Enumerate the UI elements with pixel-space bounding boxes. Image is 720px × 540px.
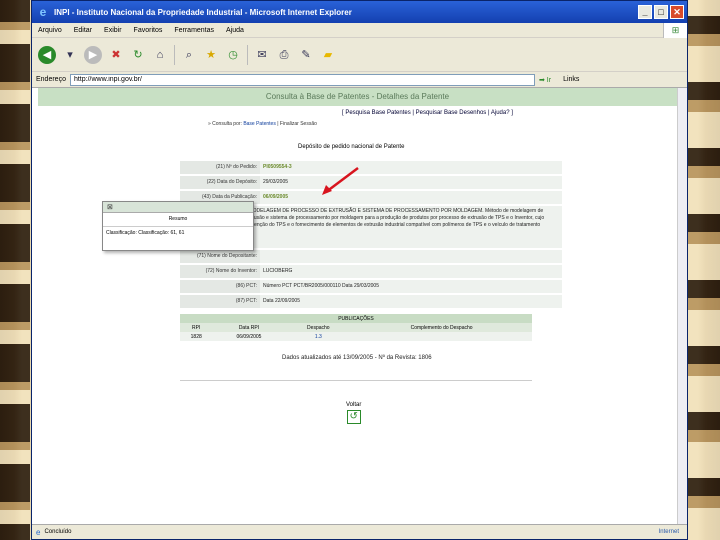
menu-file[interactable]: Arquivo <box>38 27 62 34</box>
section-title: Depósito de pedido nacional de Patente <box>298 144 405 150</box>
detail-value: Data 22/09/2005 <box>263 298 300 304</box>
col-header-rpi: RPI <box>180 323 213 332</box>
page-status-icon: e <box>36 527 41 537</box>
detail-value: MÉTODO DE MODELAGEM DE PROCESSO DE EXTRU… <box>217 208 545 235</box>
breadcrumb-suffix[interactable]: | Finalizar Sessão <box>277 121 317 127</box>
col-header-date: Data RPI <box>212 323 286 332</box>
page-content: Consulta à Base de Patentes - Detalhes d… <box>32 88 677 524</box>
menu-tools[interactable]: Ferramentas <box>174 27 214 34</box>
detail-label: (87) PCT: <box>180 295 260 308</box>
summary-popup: ⊠ Resumo Classificação: Classificação: 6… <box>102 201 254 251</box>
popup-title: Resumo <box>103 213 253 227</box>
table-row: 1828 06/09/2005 1.3 <box>180 332 532 341</box>
cell-despacho-link[interactable]: 1.3 <box>285 332 352 341</box>
publications-table: PUBLICAÇÕES RPI Data RPI Despacho Comple… <box>180 314 532 341</box>
detail-value: PI0509554-3 <box>263 164 292 170</box>
page-header: Consulta à Base de Patentes - Detalhes d… <box>38 88 677 106</box>
popup-text: Classificação: Classificação: 61, 61 <box>106 230 185 236</box>
folder-icon[interactable]: ▰ <box>320 47 336 63</box>
breadcrumb-prefix: » Consulta por: <box>208 121 242 127</box>
go-label: Ir <box>546 76 552 84</box>
toolbar: ◀ ▾ ▶ ✖ ↻ ⌂ ⌕ ★ ◷ ✉ ⎙ ✎ ▰ <box>32 38 687 72</box>
cell-complemento <box>351 332 532 341</box>
back-icon[interactable]: ◀ <box>38 45 56 64</box>
status-text: Concluído <box>44 529 72 535</box>
menu-favorites[interactable]: Favoritos <box>134 27 163 34</box>
status-bar: e Concluído Internet <box>32 524 687 539</box>
address-label: Endereço <box>36 76 66 83</box>
detail-row: (22) Data do Depósito: 29/03/2005 <box>180 176 562 189</box>
title-bar: e INPI - Instituto Nacional da Proprieda… <box>32 1 687 23</box>
favorites-icon[interactable]: ★ <box>203 47 219 63</box>
search-icon[interactable]: ⌕ <box>181 47 197 63</box>
menu-view[interactable]: Exibir <box>104 27 122 34</box>
back-label: Voltar <box>346 402 362 408</box>
forward-icon[interactable]: ▶ <box>84 45 102 64</box>
window-title: INPI - Instituto Nacional da Propriedade… <box>54 7 352 17</box>
detail-row: (72) Nome do Inventor: LUCIOBERG <box>180 265 562 278</box>
address-bar: Endereço ➡ Ir Links <box>32 72 687 88</box>
minimize-button[interactable]: _ <box>638 5 652 19</box>
history-icon[interactable]: ◷ <box>225 47 241 63</box>
home-icon[interactable]: ⌂ <box>152 47 168 63</box>
detail-label: (72) Nome do Inventor: <box>180 265 260 278</box>
update-note: Dados atualizados até 13/09/2005 - Nº da… <box>282 355 432 361</box>
detail-label: (21) Nº do Pedido: <box>180 161 260 174</box>
detail-value <box>260 250 263 263</box>
detail-row: (87) PCT: Data 22/09/2005 <box>180 295 562 308</box>
publications-title: PUBLICAÇÕES <box>180 314 532 323</box>
breadcrumb-link[interactable]: Base Patentes <box>243 121 276 127</box>
detail-label: (22) Data do Depósito: <box>180 176 260 189</box>
decorative-border-right <box>688 0 720 540</box>
decorative-border-left <box>0 0 30 540</box>
divider <box>180 380 532 381</box>
detail-row: (71) Nome do Depositante: <box>180 250 562 263</box>
refresh-icon[interactable]: ↻ <box>130 47 146 63</box>
cell-rpi: 1828 <box>180 332 213 341</box>
detail-label: (86) PCT: <box>180 280 260 293</box>
detail-label: (71) Nome do Depositante: <box>180 250 260 263</box>
menu-edit[interactable]: Editar <box>74 27 92 34</box>
detail-value: 29/03/2005 <box>263 179 289 185</box>
dropdown-icon[interactable]: ▾ <box>62 47 78 63</box>
col-header-complemento: Complemento do Despacho <box>351 323 532 332</box>
ie-logo-icon: e <box>39 5 47 19</box>
menu-bar: Arquivo Editar Exibir Favoritos Ferramen… <box>32 22 687 38</box>
detail-value: LUCIOBERG <box>263 268 293 274</box>
back-link[interactable]: Voltar ↺ <box>346 402 361 424</box>
toolbar-divider <box>174 44 175 65</box>
browser-window: e INPI - Instituto Nacional da Proprieda… <box>31 0 688 540</box>
top-nav-links[interactable]: [ Pesquisa Base Patentes | Pesquisar Bas… <box>342 110 513 116</box>
links-button[interactable]: Links <box>563 76 579 83</box>
maximize-button[interactable]: □ <box>654 5 668 19</box>
detail-value: 06/09/2005 <box>263 194 289 200</box>
address-input[interactable] <box>69 73 535 86</box>
detail-row: (21) Nº do Pedido: PI0509554-3 <box>180 161 562 174</box>
windows-logo-icon: ⊞ <box>663 22 687 38</box>
detail-value: Número PCT PCT/BR2005/000110 Data 29/03/… <box>263 283 379 289</box>
popup-close-icon[interactable]: ⊠ <box>103 202 253 213</box>
breadcrumb: » Consulta por: Base Patentes | Finaliza… <box>208 121 317 127</box>
security-zone: Internet <box>658 529 679 535</box>
toolbar-divider <box>247 44 248 65</box>
edit-icon[interactable]: ✎ <box>298 47 314 63</box>
menu-help[interactable]: Ajuda <box>226 27 244 34</box>
col-header-despacho: Despacho <box>285 323 352 332</box>
cell-date: 06/09/2005 <box>212 332 286 341</box>
mail-icon[interactable]: ✉ <box>254 47 270 63</box>
stop-icon[interactable]: ✖ <box>108 47 124 63</box>
go-button[interactable]: ➡ Ir <box>539 76 551 84</box>
return-icon[interactable]: ↺ <box>346 410 361 424</box>
close-button[interactable]: ✕ <box>670 5 684 19</box>
print-icon[interactable]: ⎙ <box>276 47 292 63</box>
vertical-scrollbar[interactable] <box>677 88 687 524</box>
detail-row: (86) PCT: Número PCT PCT/BR2005/000110 Da… <box>180 280 562 293</box>
red-arrow-icon <box>322 167 359 195</box>
